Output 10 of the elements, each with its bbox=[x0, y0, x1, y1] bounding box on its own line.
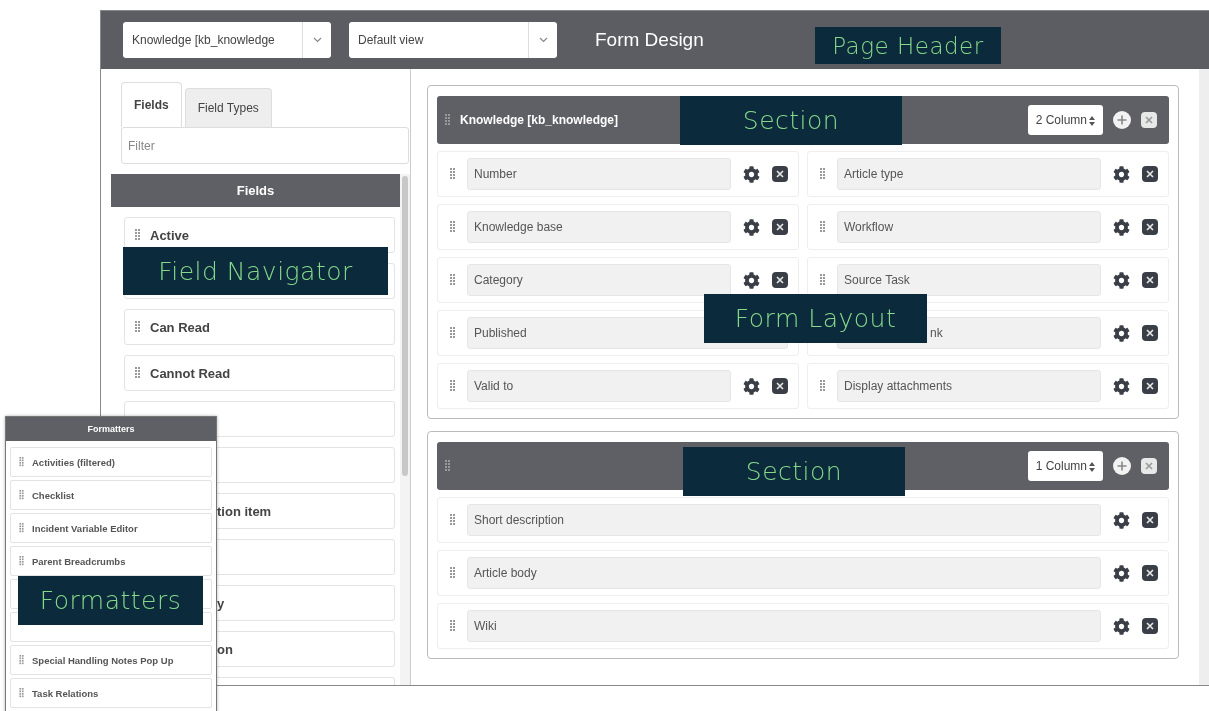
panel-title: Formatters bbox=[6, 417, 216, 441]
callout-tooltip: Section bbox=[683, 447, 905, 496]
callout-tooltip: Field Navigator bbox=[123, 247, 388, 295]
callout-tooltip: Section bbox=[680, 96, 902, 145]
callout-tooltip: Formatters bbox=[18, 576, 203, 625]
callout-tooltip: Page Header bbox=[815, 27, 1001, 64]
page-title: Form Design bbox=[595, 29, 704, 51]
list-header: Fields bbox=[111, 174, 400, 207]
callout-tooltip: Form Layout bbox=[704, 294, 927, 343]
section-title: Knowledge [kb_knowledge] bbox=[460, 113, 618, 127]
